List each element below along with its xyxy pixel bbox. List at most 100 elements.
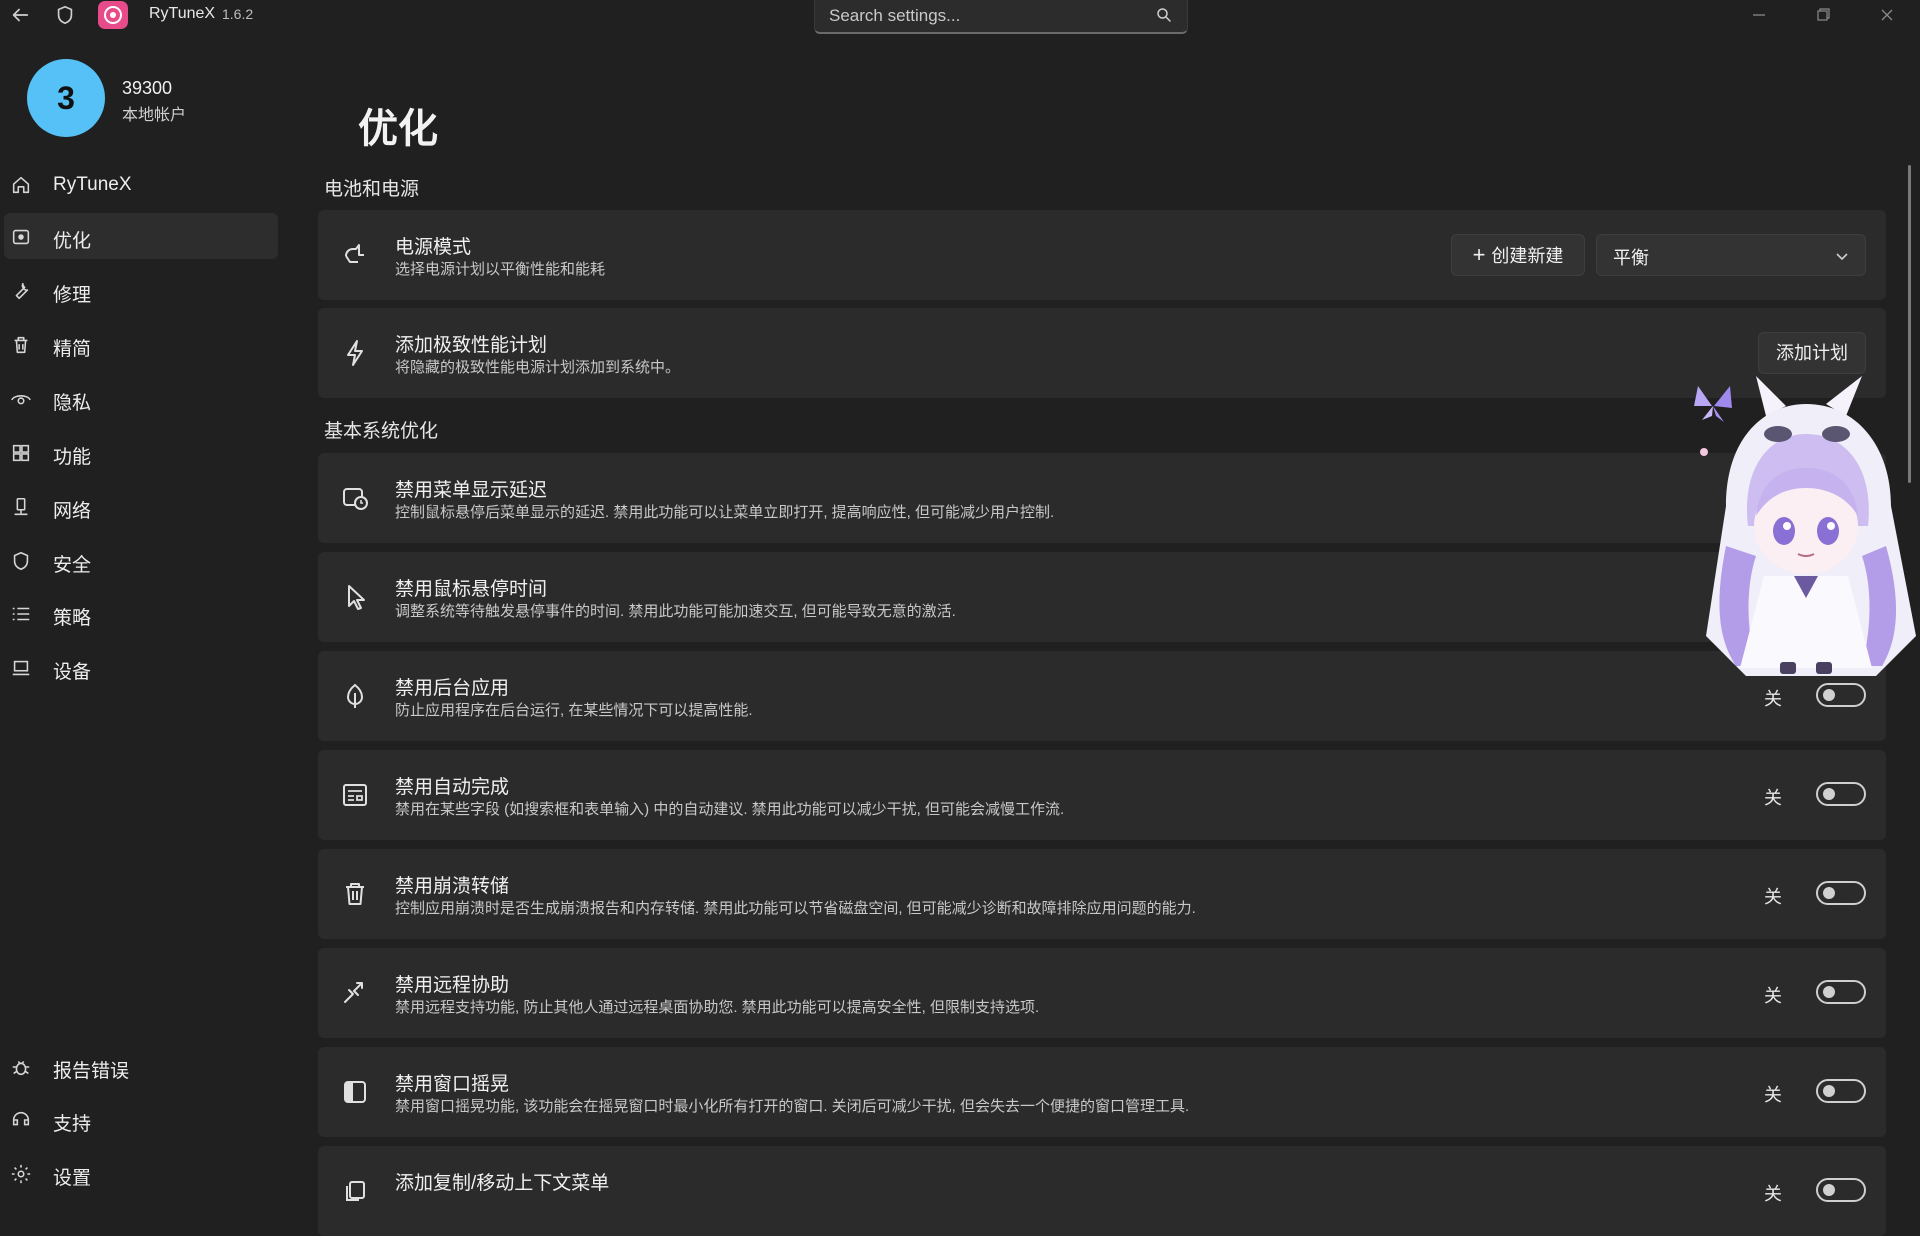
- trash-icon: [346, 883, 364, 905]
- sidebar-item-label: 网络: [53, 501, 92, 522]
- sidebar-item-label: 支持: [53, 1114, 92, 1135]
- home-icon: [12, 176, 30, 194]
- card-background-apps: 禁用后台应用 防止应用程序在后台运行, 在某些情况下可以提高性能. 关: [318, 651, 1886, 741]
- page-title: 优化: [358, 107, 438, 151]
- toggle-knob: [1823, 689, 1835, 701]
- card-title: 禁用自动完成: [395, 777, 510, 798]
- sidebar-item-device[interactable]: 设备: [4, 644, 278, 690]
- sidebar-item-label: 修理: [53, 285, 92, 306]
- power-plan-select[interactable]: 平衡: [1596, 234, 1866, 276]
- half-square-icon: [344, 1081, 366, 1103]
- card-copy-move-menu: 添加复制/移动上下文菜单 关: [318, 1146, 1886, 1236]
- toggle-state-label: 关: [1764, 689, 1782, 709]
- card-title: 禁用远程协助: [395, 975, 510, 996]
- card-hover-time: 禁用鼠标悬停时间 调整系统等待触发悬停事件的时间. 禁用此功能可能加速交互, 但…: [318, 552, 1886, 642]
- shield-icon: [13, 551, 29, 571]
- search-input[interactable]: [827, 2, 1151, 30]
- trash-icon: [14, 336, 28, 354]
- plus-icon: +: [1472, 242, 1486, 267]
- card-description: 控制应用崩溃时是否生成崩溃报告和内存转储. 禁用此功能可以节省磁盘空间, 但可能…: [395, 900, 1196, 917]
- sidebar-item-label: 功能: [53, 447, 92, 468]
- create-plan-label: 创建新建: [1491, 246, 1564, 266]
- sidebar-item-policy[interactable]: 策略: [4, 590, 278, 636]
- card-description: 控制鼠标悬停后菜单显示的延迟. 禁用此功能可以让菜单立即打开, 提高响应性, 但…: [395, 504, 1055, 521]
- card-title: 电源模式: [395, 237, 472, 258]
- card-description: 禁用在某些字段 (如搜索框和表单输入) 中的自动建议. 禁用此功能可以减少干扰,…: [395, 801, 1065, 818]
- list-icon: [12, 607, 30, 621]
- avatar[interactable]: 3: [27, 59, 105, 137]
- sidebar-item-label: 安全: [53, 555, 92, 576]
- toggle-knob: [1823, 788, 1835, 800]
- support-icon: [12, 1111, 30, 1126]
- toggle-switch[interactable]: [1816, 980, 1866, 1004]
- toggle-state-label: 关: [1764, 1085, 1782, 1105]
- toggle-knob: [1823, 887, 1835, 899]
- window-clock-icon: [343, 488, 368, 510]
- app-version: 1.6.2: [222, 6, 254, 22]
- create-plan-button[interactable]: + 创建新建: [1451, 234, 1585, 276]
- sidebar-item-rytunex[interactable]: RyTuneX: [4, 161, 278, 207]
- add-plan-button[interactable]: 添加计划: [1758, 332, 1866, 374]
- card-title: 添加极致性能计划: [395, 335, 548, 356]
- card-description: 调整系统等待触发悬停事件的时间. 禁用此功能可能加速交互, 但可能导致无意的激活…: [395, 603, 956, 620]
- sidebar-item-optimize[interactable]: 优化: [4, 213, 278, 259]
- butterfly-icon: [1694, 386, 1732, 422]
- sidebar-item-label: 优化: [53, 231, 92, 252]
- lightning-icon: [347, 340, 363, 366]
- close-icon[interactable]: [1864, 2, 1910, 28]
- card-title: 禁用窗口摇晃: [395, 1074, 510, 1095]
- sidebar-item-label: 隐私: [53, 393, 92, 414]
- bug-icon: [12, 1060, 30, 1076]
- card-title: 添加复制/移动上下文菜单: [395, 1173, 610, 1194]
- back-arrow-icon[interactable]: [9, 4, 31, 26]
- sidebar-item-repair[interactable]: 修理: [4, 267, 278, 313]
- remote-icon: [344, 982, 363, 1003]
- eye-icon: [11, 395, 31, 405]
- card-autocomplete: 禁用自动完成 禁用在某些字段 (如搜索框和表单输入) 中的自动建议. 禁用此功能…: [318, 750, 1886, 840]
- card-remote-assistance: 禁用远程协助 禁用远程支持功能, 防止其他人通过远程桌面协助您. 禁用此功能可以…: [318, 948, 1886, 1038]
- search-box[interactable]: [814, 0, 1188, 34]
- toggle-state-label: 关: [1764, 887, 1782, 907]
- form-icon: [343, 784, 367, 806]
- card-crash-dump: 禁用崩溃转储 控制应用崩溃时是否生成崩溃报告和内存转储. 禁用此功能可以节省磁盘…: [318, 849, 1886, 939]
- app-logo: [98, 1, 128, 29]
- cursor-icon: [348, 585, 365, 610]
- sidebar-item-report-bug[interactable]: 报告错误: [4, 1043, 278, 1089]
- sidebar-item-label: RyTuneX: [53, 174, 132, 195]
- sidebar-item-label: 精简: [53, 339, 92, 360]
- toggle-switch[interactable]: [1816, 782, 1866, 806]
- toggle-state-label: 关: [1764, 1184, 1782, 1204]
- minimize-icon[interactable]: [1736, 2, 1782, 28]
- app-logo-icon: [104, 6, 122, 24]
- sidebar-item-network[interactable]: 网络: [4, 483, 278, 529]
- card-power-mode: 电源模式 选择电源计划以平衡性能和能耗 + 创建新建 平衡: [318, 210, 1886, 300]
- card-description: 禁用窗口摇晃功能, 该功能会在摇晃窗口时最小化所有打开的窗口. 关闭后可减少干扰…: [395, 1098, 1190, 1115]
- sidebar-item-settings[interactable]: 设置: [4, 1150, 278, 1196]
- restore-icon[interactable]: [1800, 2, 1846, 28]
- search-icon[interactable]: [1155, 6, 1173, 24]
- mascot-character-image: [1694, 376, 1916, 676]
- sidebar-item-support[interactable]: 支持: [4, 1096, 278, 1142]
- title-bar: RyTuneX 1.6.2: [0, 0, 1920, 34]
- optimize-icon: [12, 229, 30, 245]
- toggle-switch[interactable]: [1816, 881, 1866, 905]
- toggle-switch[interactable]: [1816, 1079, 1866, 1103]
- sidebar-item-features[interactable]: 功能: [4, 429, 278, 475]
- toggle-knob: [1823, 1184, 1835, 1196]
- sidebar-item-privacy[interactable]: 隐私: [4, 375, 278, 421]
- card-title: 禁用菜单显示延迟: [395, 480, 548, 501]
- network-icon: [14, 497, 28, 516]
- toggle-state-label: 关: [1764, 788, 1782, 808]
- card-window-shake: 禁用窗口摇晃 禁用窗口摇晃功能, 该功能会在摇晃窗口时最小化所有打开的窗口. 关…: [318, 1047, 1886, 1137]
- section-title-basic: 基本系统优化: [324, 421, 439, 442]
- toggle-switch[interactable]: [1816, 1178, 1866, 1202]
- shield-outline-icon: [57, 5, 73, 25]
- toggle-switch[interactable]: [1816, 683, 1866, 707]
- sidebar-item-security[interactable]: 安全: [4, 537, 278, 583]
- card-title: 禁用后台应用: [395, 678, 510, 699]
- sidebar-item-debloat[interactable]: 精简: [4, 321, 278, 367]
- card-title: 禁用崩溃转储: [395, 876, 510, 897]
- grid-icon: [12, 444, 30, 462]
- sidebar-item-label: 设置: [53, 1168, 92, 1189]
- app-name: RyTuneX: [149, 5, 216, 22]
